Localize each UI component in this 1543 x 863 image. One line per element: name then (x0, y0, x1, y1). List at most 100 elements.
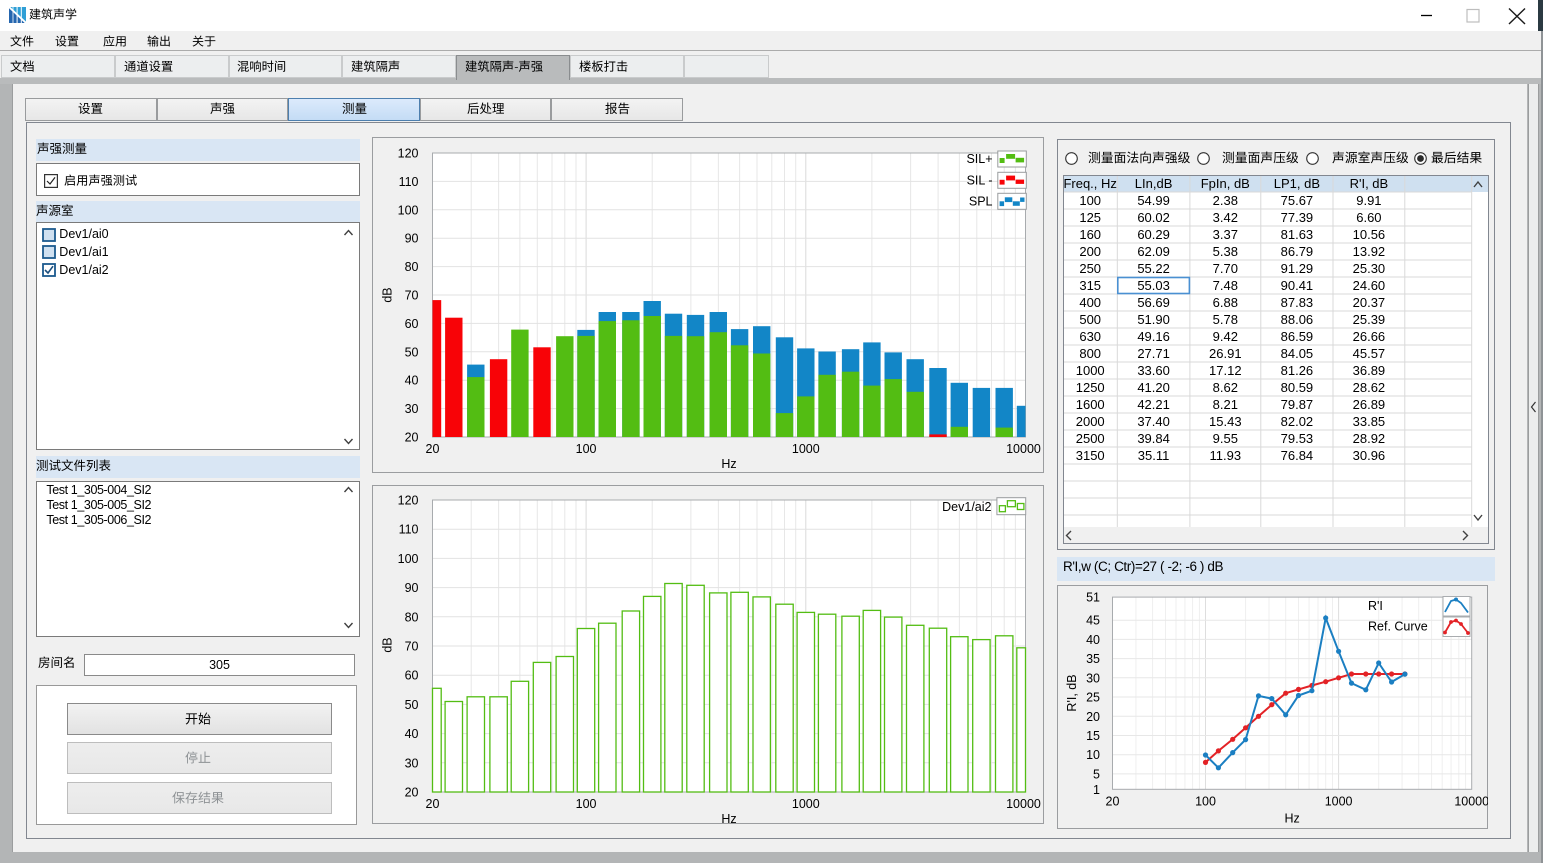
svg-text:33.60: 33.60 (1137, 363, 1170, 378)
svg-text:28.92: 28.92 (1353, 431, 1386, 446)
svg-text:26.91: 26.91 (1209, 346, 1242, 361)
svg-text:20: 20 (1106, 794, 1120, 808)
svg-text:125: 125 (1079, 210, 1101, 225)
svg-text:160: 160 (1079, 227, 1101, 242)
svg-text:41.20: 41.20 (1137, 380, 1170, 395)
svg-text:20: 20 (404, 786, 418, 800)
svg-text:110: 110 (398, 523, 418, 537)
svg-text:33.85: 33.85 (1353, 414, 1386, 429)
svg-text:8.62: 8.62 (1213, 380, 1238, 395)
svg-text:37.40: 37.40 (1137, 414, 1170, 429)
svg-text:20: 20 (1086, 710, 1100, 724)
svg-text:30.96: 30.96 (1353, 448, 1386, 463)
svg-text:60.02: 60.02 (1137, 210, 1170, 225)
svg-text:20: 20 (425, 442, 439, 456)
svg-text:800: 800 (1079, 346, 1101, 361)
svg-text:100: 100 (397, 203, 418, 217)
svg-text:30: 30 (1086, 671, 1100, 685)
svg-text:3.42: 3.42 (1213, 210, 1238, 225)
svg-text:1: 1 (1093, 783, 1100, 797)
svg-text:40: 40 (404, 727, 418, 741)
svg-text:FpIn, dB: FpIn, dB (1201, 176, 1250, 191)
svg-text:56.69: 56.69 (1137, 295, 1170, 310)
svg-text:LIn,dB: LIn,dB (1135, 176, 1173, 191)
svg-text:100: 100 (1079, 193, 1101, 208)
svg-text:30: 30 (404, 756, 418, 770)
svg-text:45.57: 45.57 (1353, 346, 1386, 361)
svg-text:87.83: 87.83 (1281, 295, 1314, 310)
svg-text:100: 100 (1195, 794, 1216, 808)
svg-text:315: 315 (1079, 278, 1101, 293)
svg-text:9.42: 9.42 (1213, 329, 1238, 344)
svg-text:79.53: 79.53 (1281, 431, 1314, 446)
svg-text:10000: 10000 (1006, 442, 1041, 456)
svg-text:55.03: 55.03 (1137, 278, 1170, 293)
svg-text:7.70: 7.70 (1213, 261, 1238, 276)
svg-text:250: 250 (1079, 261, 1101, 276)
svg-text:82.02: 82.02 (1281, 414, 1314, 429)
svg-text:50: 50 (404, 698, 418, 712)
svg-text:10000: 10000 (1454, 794, 1488, 808)
svg-text:5.38: 5.38 (1213, 244, 1238, 259)
svg-text:15.43: 15.43 (1209, 414, 1242, 429)
svg-text:dB: dB (380, 287, 394, 302)
svg-text:81.63: 81.63 (1281, 227, 1314, 242)
svg-text:90.41: 90.41 (1281, 278, 1314, 293)
svg-text:10: 10 (1086, 748, 1100, 762)
svg-text:10.56: 10.56 (1353, 227, 1386, 242)
svg-text:70: 70 (404, 289, 418, 303)
svg-text:100: 100 (575, 442, 596, 456)
svg-text:9.91: 9.91 (1356, 193, 1381, 208)
svg-text:36.89: 36.89 (1353, 363, 1386, 378)
svg-text:2.38: 2.38 (1213, 193, 1238, 208)
svg-text:17.12: 17.12 (1209, 363, 1242, 378)
svg-text:R'I, dB: R'I, dB (1350, 176, 1389, 191)
svg-text:Ref. Curve: Ref. Curve (1368, 620, 1428, 634)
svg-text:dB: dB (380, 637, 394, 652)
svg-text:1250: 1250 (1076, 380, 1105, 395)
svg-text:49.16: 49.16 (1137, 329, 1170, 344)
svg-text:6.60: 6.60 (1356, 210, 1381, 225)
svg-text:5.78: 5.78 (1213, 312, 1238, 327)
svg-text:LP1, dB: LP1, dB (1274, 176, 1320, 191)
svg-text:Hz: Hz (721, 457, 736, 471)
svg-text:25.39: 25.39 (1353, 312, 1386, 327)
svg-text:80: 80 (404, 260, 418, 274)
svg-text:91.29: 91.29 (1281, 261, 1314, 276)
svg-text:9.55: 9.55 (1213, 431, 1238, 446)
svg-text:1600: 1600 (1076, 397, 1105, 412)
svg-text:Hz: Hz (721, 812, 736, 824)
svg-text:51.90: 51.90 (1137, 312, 1170, 327)
svg-text:54.99: 54.99 (1137, 193, 1170, 208)
svg-text:26.89: 26.89 (1353, 397, 1386, 412)
svg-text:SPL: SPL (968, 195, 992, 209)
svg-text:77.39: 77.39 (1281, 210, 1314, 225)
svg-text:39.84: 39.84 (1137, 431, 1170, 446)
svg-text:120: 120 (397, 494, 418, 508)
svg-text:R'I, dB: R'I, dB (1065, 674, 1079, 711)
svg-text:70: 70 (404, 640, 418, 654)
svg-text:26.66: 26.66 (1353, 329, 1386, 344)
svg-text:35: 35 (1086, 652, 1100, 666)
svg-text:SIL -: SIL - (966, 174, 992, 188)
svg-text:Freq., Hz: Freq., Hz (1063, 176, 1116, 191)
svg-text:60: 60 (404, 669, 418, 683)
svg-text:630: 630 (1079, 329, 1101, 344)
svg-text:110: 110 (398, 175, 418, 189)
svg-text:75.67: 75.67 (1281, 193, 1314, 208)
svg-text:81.26: 81.26 (1281, 363, 1314, 378)
svg-text:86.59: 86.59 (1281, 329, 1314, 344)
svg-text:42.21: 42.21 (1137, 397, 1170, 412)
svg-text:10000: 10000 (1006, 797, 1041, 811)
svg-text:8.21: 8.21 (1213, 397, 1238, 412)
svg-text:3.37: 3.37 (1213, 227, 1238, 242)
svg-text:7.48: 7.48 (1213, 278, 1238, 293)
svg-text:55.22: 55.22 (1137, 261, 1170, 276)
svg-text:11.93: 11.93 (1210, 448, 1242, 463)
svg-text:20.37: 20.37 (1353, 295, 1386, 310)
svg-text:2000: 2000 (1076, 414, 1105, 429)
svg-text:40: 40 (404, 374, 418, 388)
svg-text:90: 90 (404, 232, 418, 246)
svg-text:84.05: 84.05 (1281, 346, 1314, 361)
svg-text:13.92: 13.92 (1353, 244, 1386, 259)
